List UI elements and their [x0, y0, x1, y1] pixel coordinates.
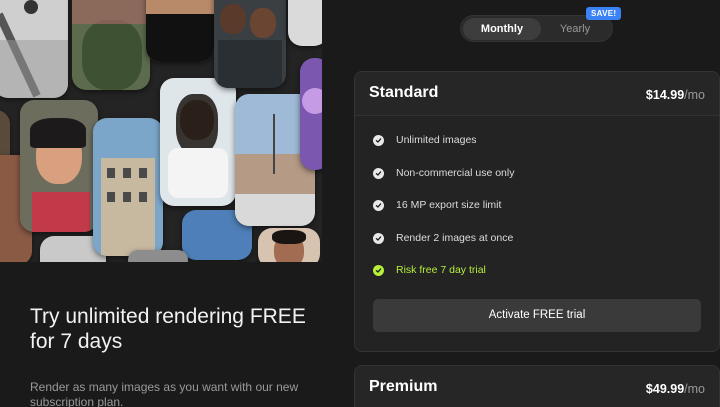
price-period: /mo [684, 88, 705, 102]
collage-photo [288, 0, 322, 46]
feature-item: Render 2 images at once [373, 232, 514, 265]
feature-item-trial: Risk free 7 day trial [373, 264, 514, 297]
collage-photo [146, 0, 214, 62]
collage-photo [258, 228, 320, 262]
save-badge: SAVE! [586, 7, 622, 20]
feature-item: Non-commercial use only [373, 167, 514, 200]
check-icon [373, 265, 384, 276]
check-icon [373, 167, 384, 179]
feature-item: Unlimited images [373, 134, 514, 167]
toggle-monthly[interactable]: Monthly [463, 18, 541, 40]
plan-card-standard: Standard $14.99/mo Unlimited images Non-… [354, 71, 720, 352]
promo-title: Try unlimited rendering FREE for 7 days [30, 305, 306, 353]
promo-panel: Try unlimited rendering FREE for 7 days … [0, 0, 322, 407]
activate-trial-button[interactable]: Activate FREE trial [373, 299, 701, 332]
pricing-panel: Monthly Yearly SAVE! Standard $14.99/mo … [322, 0, 720, 407]
collage-photo [20, 100, 98, 232]
plan-name: Premium [369, 378, 438, 395]
plan-header: Premium $49.99/mo [355, 366, 719, 407]
check-icon [373, 232, 384, 244]
plan-price: $14.99/mo [646, 88, 705, 102]
price-amount: $49.99 [645, 382, 685, 396]
feature-text: 16 MP export size limit [396, 199, 502, 211]
promo-subtitle: Render as many images as you want with o… [30, 380, 299, 407]
collage-photo [300, 58, 322, 170]
plan-name: Standard [369, 84, 439, 101]
plan-price: $49.99/mo [646, 382, 705, 396]
collage-photo [72, 0, 150, 90]
plan-card-premium: Premium $49.99/mo [354, 365, 720, 407]
feature-text: Risk free 7 day trial [396, 264, 486, 276]
check-icon [373, 200, 384, 211]
check-icon [373, 135, 384, 146]
collage-photo [93, 118, 163, 256]
collage-photo [0, 0, 68, 98]
collage-photo [160, 78, 236, 206]
price-period: /mo [684, 382, 705, 396]
feature-text: Non-commercial use only [396, 166, 515, 179]
pricing-page: Try unlimited rendering FREE for 7 days … [0, 0, 720, 407]
price-amount: $14.99 [645, 88, 685, 102]
collage-photo [128, 250, 188, 262]
toggle-yearly[interactable]: Yearly [536, 18, 614, 40]
plan-header: Standard $14.99/mo [355, 72, 719, 116]
collage-photo [214, 0, 286, 88]
feature-text: Unlimited images [396, 134, 477, 146]
feature-list: Unlimited images Non-commercial use only… [373, 134, 514, 297]
feature-text: Render 2 images at once [396, 231, 514, 244]
feature-item: 16 MP export size limit [373, 199, 514, 232]
photo-collage [0, 0, 322, 262]
